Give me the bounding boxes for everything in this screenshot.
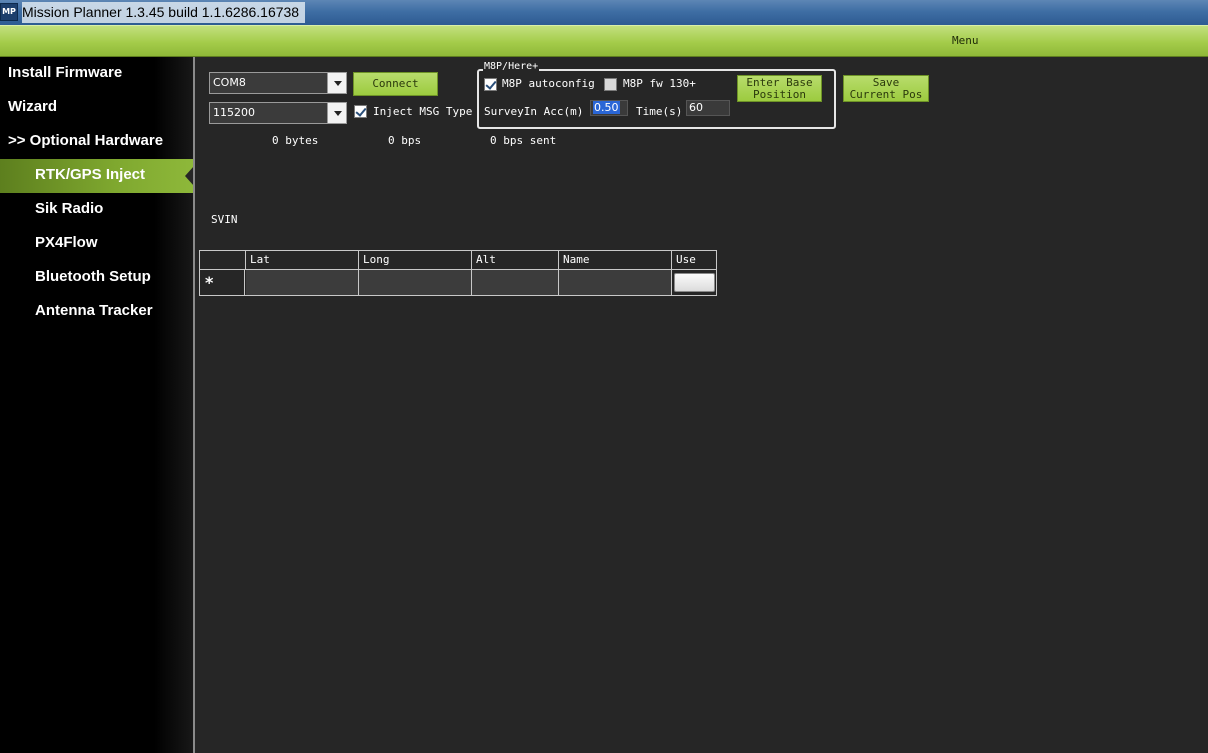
port-select[interactable]: COM8 (209, 72, 347, 94)
save-current-pos-button[interactable]: Save Current Pos (843, 75, 929, 102)
bps-sent-status: 0 bps sent (490, 134, 557, 147)
m8p-fw130-label: M8P fw 130+ (623, 77, 696, 90)
bps-status: 0 bps (388, 134, 422, 147)
base-position-grid[interactable]: Lat Long Alt Name Use * (199, 250, 717, 296)
use-button[interactable] (674, 273, 715, 292)
menu-button[interactable]: Menu (952, 34, 979, 47)
time-label: Time(s) (636, 105, 683, 118)
sidebar-item-optional-hardware[interactable]: >> Optional Hardware (0, 125, 193, 159)
window-title-bar: MP Mission Planner 1.3.45 build 1.1.6286… (0, 0, 1208, 25)
sidebar: Install Firmware Wizard >> Optional Hard… (0, 57, 194, 753)
cell-name[interactable] (559, 270, 672, 295)
chevron-down-icon[interactable] (327, 103, 346, 123)
time-input[interactable]: 60 (686, 100, 730, 116)
window-title: Mission Planner 1.3.45 build 1.1.6286.16… (22, 2, 306, 23)
inject-msg-type-checkbox[interactable] (354, 105, 367, 118)
baud-select[interactable]: 115200 (209, 102, 347, 124)
m8p-autoconfig-checkbox[interactable] (484, 78, 497, 91)
column-header-alt[interactable]: Alt (472, 251, 559, 270)
surveyin-acc-value: 0.50 (593, 101, 620, 114)
sidebar-item-px4flow[interactable]: PX4Flow (0, 227, 193, 261)
connect-button[interactable]: Connect (353, 72, 438, 96)
sidebar-item-antenna-tracker[interactable]: Antenna Tracker (0, 295, 193, 329)
sidebar-item-sik-radio[interactable]: Sik Radio (0, 193, 193, 227)
column-header-name[interactable]: Name (559, 251, 672, 270)
port-select-value: COM8 (213, 76, 246, 89)
inject-msg-type-label: Inject MSG Type (373, 105, 473, 118)
enter-base-position-button[interactable]: Enter Base Position (737, 75, 822, 102)
bytes-status: 0 bytes (272, 134, 319, 147)
surveyin-acc-label: SurveyIn Acc(m) (484, 105, 584, 118)
m8p-autoconfig-label: M8P autoconfig (502, 77, 595, 90)
sidebar-item-wizard[interactable]: Wizard (0, 91, 193, 125)
chevron-down-icon[interactable] (327, 73, 346, 93)
app-icon: MP (0, 3, 18, 21)
svin-label: SVIN (211, 213, 238, 226)
sidebar-item-rtk-gps-inject[interactable]: RTK/GPS Inject (0, 159, 194, 193)
enter-base-position-line2: Position (753, 88, 806, 101)
cell-alt[interactable] (472, 270, 559, 295)
sidebar-item-install-firmware[interactable]: Install Firmware (0, 57, 193, 91)
cell-lat[interactable] (246, 270, 359, 295)
m8p-fw130-checkbox[interactable] (604, 78, 617, 91)
sidebar-divider (193, 57, 195, 753)
m8p-group-title: M8P/Here+ (483, 61, 540, 72)
cell-long[interactable] (359, 270, 472, 295)
sidebar-item-bluetooth-setup[interactable]: Bluetooth Setup (0, 261, 193, 295)
surveyin-acc-input[interactable]: 0.50 (590, 100, 628, 116)
new-row-marker[interactable]: * (200, 270, 245, 295)
time-value: 60 (689, 101, 703, 114)
column-header-long[interactable]: Long (359, 251, 472, 270)
column-header-lat[interactable]: Lat (246, 251, 359, 270)
menu-bar: Menu (0, 25, 1208, 57)
baud-select-value: 115200 (213, 106, 255, 119)
save-current-pos-line2: Current Pos (849, 88, 923, 101)
column-header-use[interactable]: Use (672, 251, 716, 270)
grid-corner-header (200, 251, 246, 270)
